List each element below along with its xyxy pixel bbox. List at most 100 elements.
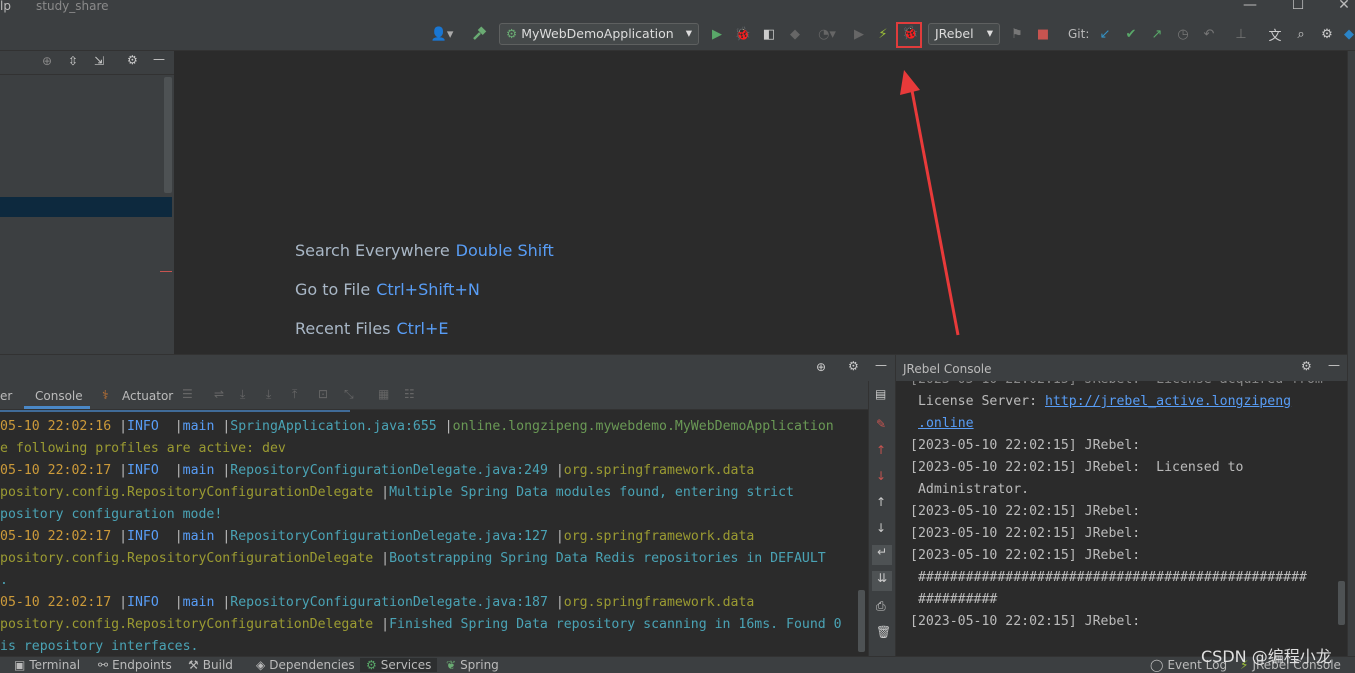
hidden-line-fragment — [0, 410, 350, 412]
translate-icon[interactable]: 文 — [1266, 25, 1284, 44]
user-icon[interactable]: 👤▾ — [428, 25, 456, 43]
expand-all-icon[interactable]: ⇳ — [68, 54, 78, 68]
license-server-link-cont[interactable]: .online — [918, 416, 974, 431]
log-line: pository.config.RepositoryConfigurationD… — [0, 617, 842, 632]
rollback-icon[interactable]: ↶ — [1200, 25, 1218, 43]
more-run-icon[interactable]: ◔▾ — [812, 25, 842, 43]
project-name: study_share — [36, 0, 109, 13]
download-all-icon[interactable]: ⤓ — [266, 387, 271, 402]
print-icon[interactable]: ⎙ — [876, 599, 886, 614]
layout-icon[interactable]: ▤ — [875, 387, 886, 401]
toolbar-icon-3[interactable]: ⤡ — [344, 387, 354, 402]
log-line: pository.config.RepositoryConfigurationD… — [0, 485, 794, 500]
hide-icon[interactable]: — — [875, 358, 887, 372]
plugin-icon[interactable]: ◆ — [1340, 25, 1355, 43]
table-icon[interactable]: ▦ — [378, 387, 389, 401]
jrebel-scrollbar[interactable] — [1338, 581, 1345, 625]
stop-icon[interactable]: ■ — [1034, 25, 1052, 43]
tab-terminal[interactable]: ▣ Terminal — [14, 658, 80, 672]
toolbar-icon-1[interactable]: ⇌ — [214, 387, 224, 401]
build-hammer-icon[interactable] — [470, 25, 488, 43]
chevron-down-icon: ▾ — [986, 25, 993, 40]
gear-icon[interactable]: ⚙ — [1301, 359, 1312, 373]
log-line: [2023-05-10 22:02:15] JRebel: — [910, 548, 1141, 563]
scroll-end-icon[interactable]: ⇊ — [872, 571, 892, 591]
selected-row[interactable] — [0, 197, 172, 217]
title-bar: lp study_share — ☐ ✕ — [0, 0, 1355, 18]
next-error-icon[interactable]: ↓ — [876, 469, 886, 483]
tab-actuator[interactable]: Actuator — [122, 389, 173, 403]
error-marker — [160, 271, 172, 272]
tab-build[interactable]: ⚒ Build — [188, 658, 233, 672]
jrebel-select[interactable]: JRebel ▾ — [928, 23, 1000, 45]
toolbar-icon-2[interactable]: ⊡ — [318, 387, 328, 401]
crosshair-icon[interactable]: ⊕ — [816, 360, 826, 374]
tab-endpoints[interactable]: ⚯ Endpoints — [98, 658, 172, 672]
endpoints-icon: ⚯ — [98, 658, 109, 672]
log-line: e following profiles are active: dev — [0, 441, 286, 456]
log-line: 05-10 22:02:17 |INFO |main |RepositoryCo… — [0, 463, 755, 478]
close-button[interactable]: ✕ — [1324, 0, 1355, 15]
history-icon[interactable]: ◷ — [1174, 25, 1192, 43]
right-tool-strip — [1347, 51, 1355, 656]
locate-icon[interactable]: ⊕ — [42, 54, 52, 68]
upload-icon[interactable]: ⤒ — [292, 387, 297, 402]
minimize-button[interactable]: — — [1230, 0, 1270, 15]
structure-icon[interactable]: ⊥ — [1232, 25, 1250, 43]
hint-key: Ctrl+E — [396, 319, 449, 338]
jrebel-console-output[interactable]: [2023-05-10 22:02:15] JRebel: License ac… — [895, 381, 1347, 656]
download-icon[interactable]: ⤓ — [240, 387, 245, 402]
project-panel — [0, 51, 174, 354]
log-line: [2023-05-10 22:02:15] JRebel: — [910, 526, 1141, 541]
profile-icon[interactable]: ◆ — [786, 25, 804, 43]
log-line: [2023-05-10 22:02:15] JRebel: Licensed t… — [910, 460, 1244, 475]
clear-icon[interactable]: ✎ — [876, 417, 886, 431]
spring-boot-icon: ⚙ — [506, 26, 518, 41]
tab-console[interactable]: Console — [24, 381, 90, 409]
gear-icon[interactable]: ⚙ — [127, 53, 138, 67]
git-commit-icon[interactable]: ✔ — [1122, 25, 1140, 43]
hide-icon[interactable]: — — [1328, 358, 1340, 372]
hide-icon[interactable]: — — [153, 52, 165, 66]
settings-icon[interactable]: ⚙ — [1318, 25, 1336, 43]
prev-error-icon[interactable]: ↑ — [876, 443, 886, 457]
hint-go-to-file: Go to File Ctrl+Shift+N — [295, 280, 480, 299]
up-icon[interactable]: ↑ — [876, 495, 886, 509]
tab-services[interactable]: ⚙ Services — [360, 658, 438, 672]
coverage-icon[interactable]: ◧ — [760, 25, 778, 43]
debug-icon[interactable]: 🐞 — [734, 25, 752, 43]
log-line: [2023-05-10 22:02:15] JRebel: — [910, 438, 1141, 453]
run-icon[interactable]: ▶ — [708, 25, 726, 43]
console-scrollbar[interactable] — [858, 590, 865, 652]
hint-label: Go to File — [295, 280, 371, 299]
search-icon[interactable]: ⌕ — [1292, 25, 1310, 43]
git-update-icon[interactable]: ↙ — [1096, 25, 1114, 43]
resume-icon[interactable]: ▶ — [850, 25, 868, 43]
tab-spring[interactable]: ❦ Spring — [446, 658, 499, 672]
hint-key: Ctrl+Shift+N — [376, 280, 480, 299]
jrebel-sync-icon[interactable]: ⚑ — [1008, 25, 1026, 43]
soft-wrap-icon[interactable]: ↵ — [872, 545, 892, 565]
list-icon[interactable]: ☰ — [182, 387, 193, 401]
down-icon[interactable]: ↓ — [876, 521, 886, 535]
jrebel-run-icon[interactable]: ⚡ — [874, 25, 892, 43]
log-line: ########## — [910, 592, 998, 607]
license-server-link[interactable]: http://jrebel_active.longzipeng — [1045, 394, 1291, 409]
run-config-select[interactable]: ⚙ MyWebDemoApplication ▾ — [499, 23, 699, 45]
maximize-button[interactable]: ☐ — [1278, 0, 1318, 15]
jrebel-select-label: JRebel — [935, 26, 974, 41]
settings-icon[interactable]: ☷ — [404, 387, 415, 401]
git-push-icon[interactable]: ↗ — [1148, 25, 1166, 43]
collapse-all-icon[interactable]: ⇲ — [94, 54, 104, 68]
trash-icon[interactable]: 🗑 — [876, 625, 891, 639]
spring-icon: ❦ — [446, 658, 457, 672]
tab-server[interactable]: er — [0, 389, 12, 403]
main-toolbar: 👤▾ ⚙ MyWebDemoApplication ▾ ▶ 🐞 ◧ ◆ ◔▾ ▶ ⚡… — [0, 18, 1355, 51]
tab-console-label: Console — [35, 389, 83, 403]
console-output[interactable]: 05-10 22:02:16 |INFO |main |SpringApplic… — [0, 410, 868, 656]
tab-dependencies[interactable]: ◈ Dependencies — [256, 658, 355, 672]
jrebel-debug-icon[interactable]: 🐞 — [902, 26, 918, 41]
scrollbar[interactable] — [164, 77, 172, 193]
gear-icon[interactable]: ⚙ — [848, 359, 859, 373]
tool-window-bar: ▣ Terminal ⚯ Endpoints ⚒ Build ◈ Dependencie… — [0, 656, 1355, 673]
